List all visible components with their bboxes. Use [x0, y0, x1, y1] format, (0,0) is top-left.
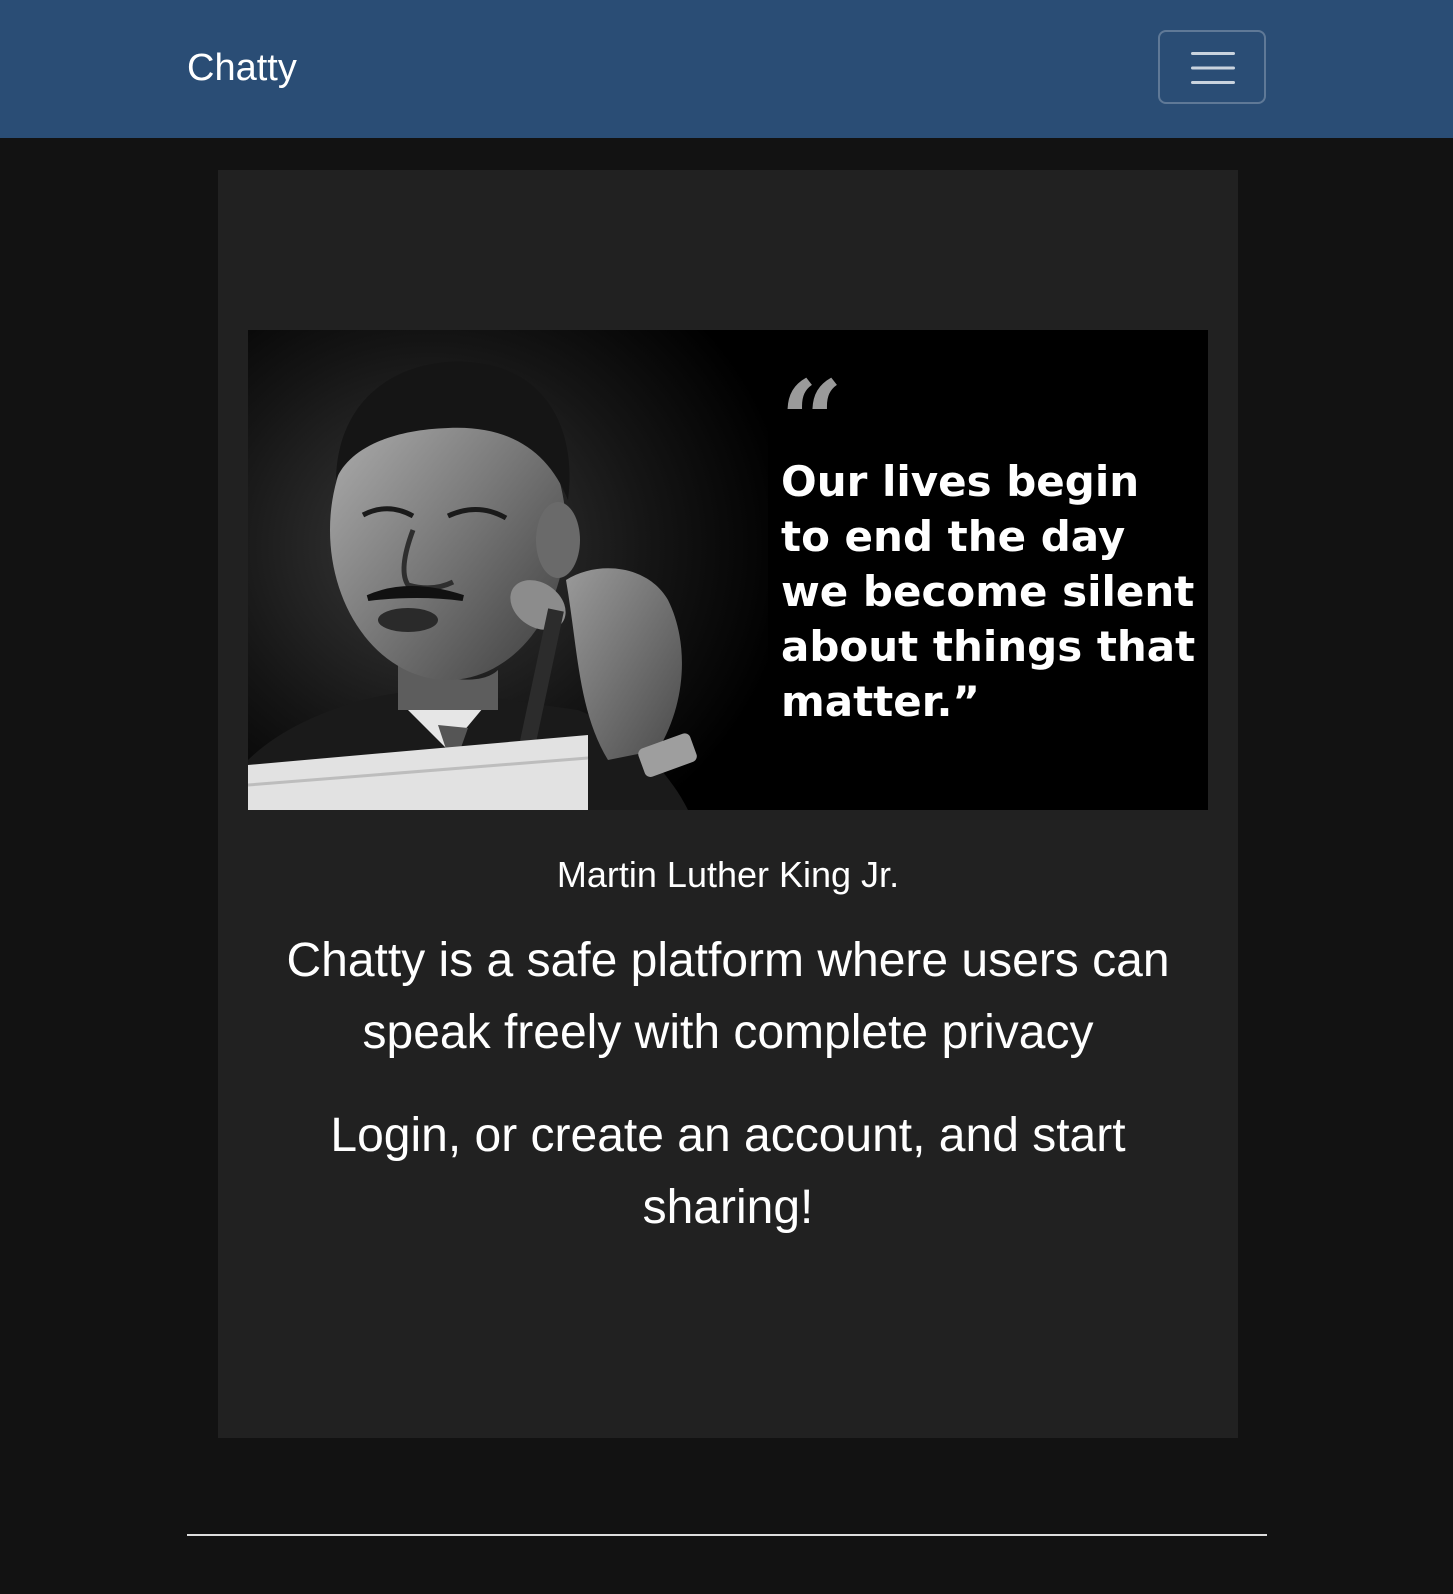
footer-divider [187, 1534, 1267, 1536]
call-to-action-text: Login, or create an account, and start s… [330, 1109, 1126, 1234]
hamburger-menu-icon [1191, 52, 1235, 84]
navbar-toggle-button[interactable] [1158, 30, 1266, 104]
intro-card: “ Our lives begin to end the day we beco… [218, 170, 1238, 1438]
brand-link[interactable]: Chatty [187, 44, 297, 92]
speaker-photo [248, 330, 768, 810]
top-navbar: Chatty [0, 0, 1453, 138]
quote-image: “ Our lives begin to end the day we beco… [248, 330, 1208, 810]
quote-author: Martin Luther King Jr. [556, 854, 900, 895]
platform-tagline: Chatty is a safe platform where users ca… [286, 934, 1170, 1059]
quote-text: Our lives begin to end the day we become… [781, 457, 1196, 726]
